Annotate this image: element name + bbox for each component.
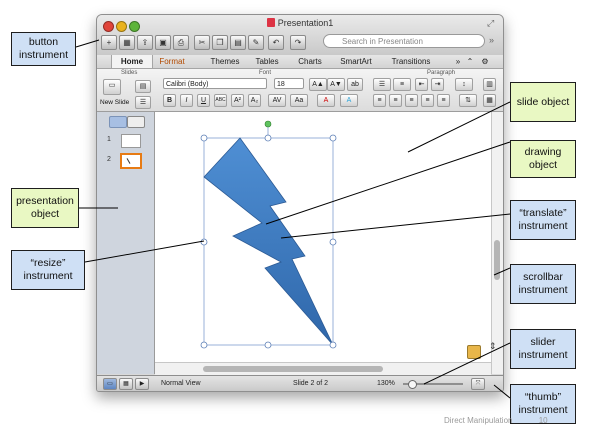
annotation-overlay <box>75 39 511 399</box>
callout-slide-object: slide object <box>510 82 576 122</box>
slide-footer: Direct Manipulation 10 <box>444 416 548 425</box>
rotate-handle-icon[interactable] <box>264 120 272 128</box>
footer-label: Direct Manipulation <box>444 416 513 425</box>
callout-resize-instrument: “resize” instrument <box>11 250 85 290</box>
leader-slider <box>423 342 511 385</box>
resize-handle-top-right[interactable] <box>329 134 337 142</box>
callout-slider-instrument: slider instrument <box>510 329 576 369</box>
resize-handle-bottom-left[interactable] <box>200 341 208 349</box>
leader-button <box>75 39 100 48</box>
resize-handle-right[interactable] <box>329 238 337 246</box>
callout-presentation-object: presentation object <box>11 188 79 228</box>
callout-button-instrument: button instrument <box>11 32 76 66</box>
leader-slide <box>407 101 511 153</box>
callout-drawing-object: drawing object <box>510 140 576 178</box>
callout-translate-instrument: “translate” instrument <box>510 200 576 240</box>
resize-handle-left[interactable] <box>200 238 208 246</box>
resize-handle-bottom[interactable] <box>264 341 272 349</box>
lightning-bolt-shape[interactable] <box>203 137 334 346</box>
leader-drawing <box>265 141 511 225</box>
leader-thumb <box>493 384 511 399</box>
callout-scrollbar-instrument: scrollbar instrument <box>510 264 576 304</box>
leader-translate <box>280 213 511 239</box>
leader-resize <box>84 240 205 263</box>
resize-handle-top-left[interactable] <box>200 134 208 142</box>
leader-lines <box>75 39 511 399</box>
resize-handle-top[interactable] <box>264 134 272 142</box>
footer-page-number: 10 <box>538 416 548 425</box>
resize-handle-bottom-right[interactable] <box>329 341 337 349</box>
leader-scrollbar <box>493 267 511 276</box>
